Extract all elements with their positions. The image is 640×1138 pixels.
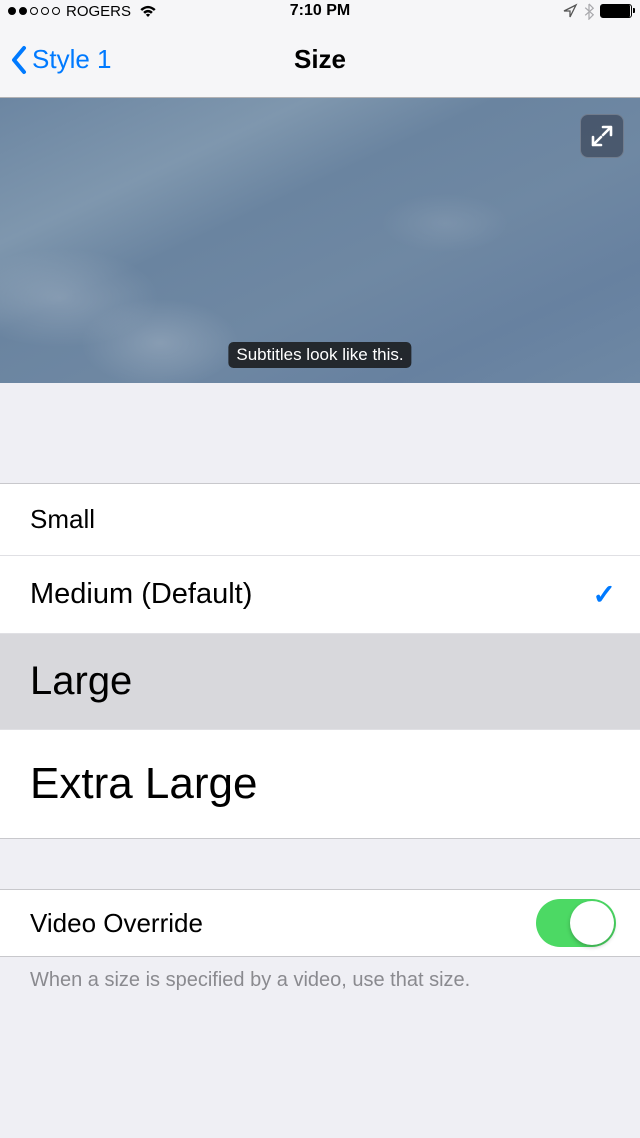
size-option-label: Extra Large [30,759,257,809]
navigation-bar: Style 1 Size [0,22,640,98]
location-icon [562,3,578,19]
back-label: Style 1 [32,44,112,75]
wifi-icon [139,4,157,18]
status-bar: ROGERS 7:10 PM [0,0,640,22]
size-option-label: Small [30,504,95,535]
size-options-list: Small Medium (Default) ✓ Large Extra Lar… [0,483,640,839]
chevron-left-icon [10,45,28,75]
back-button[interactable]: Style 1 [10,44,112,75]
status-left: ROGERS [8,3,157,20]
video-override-row: Video Override [0,889,640,957]
toggle-knob [570,901,614,945]
size-option-label: Medium (Default) [30,578,252,611]
carrier-label: ROGERS [66,3,131,20]
page-title: Size [294,44,346,75]
size-option-medium[interactable]: Medium (Default) ✓ [0,556,640,634]
expand-icon [590,124,614,148]
status-right [562,3,632,20]
video-override-label: Video Override [30,908,203,939]
fullscreen-button[interactable] [580,114,624,158]
size-option-label: Large [30,659,132,704]
subtitle-sample: Subtitles look like this. [228,342,411,368]
size-option-large[interactable]: Large [0,634,640,730]
video-override-toggle[interactable] [536,899,616,947]
size-option-small[interactable]: Small [0,484,640,556]
bluetooth-icon [584,3,594,20]
size-option-extra-large[interactable]: Extra Large [0,730,640,838]
video-override-description: When a size is specified by a video, use… [0,957,640,992]
checkmark-icon: ✓ [593,578,616,611]
signal-strength-icon [8,7,60,15]
status-time: 7:10 PM [290,2,350,20]
battery-icon [600,4,632,18]
subtitle-preview: Subtitles look like this. [0,98,640,383]
